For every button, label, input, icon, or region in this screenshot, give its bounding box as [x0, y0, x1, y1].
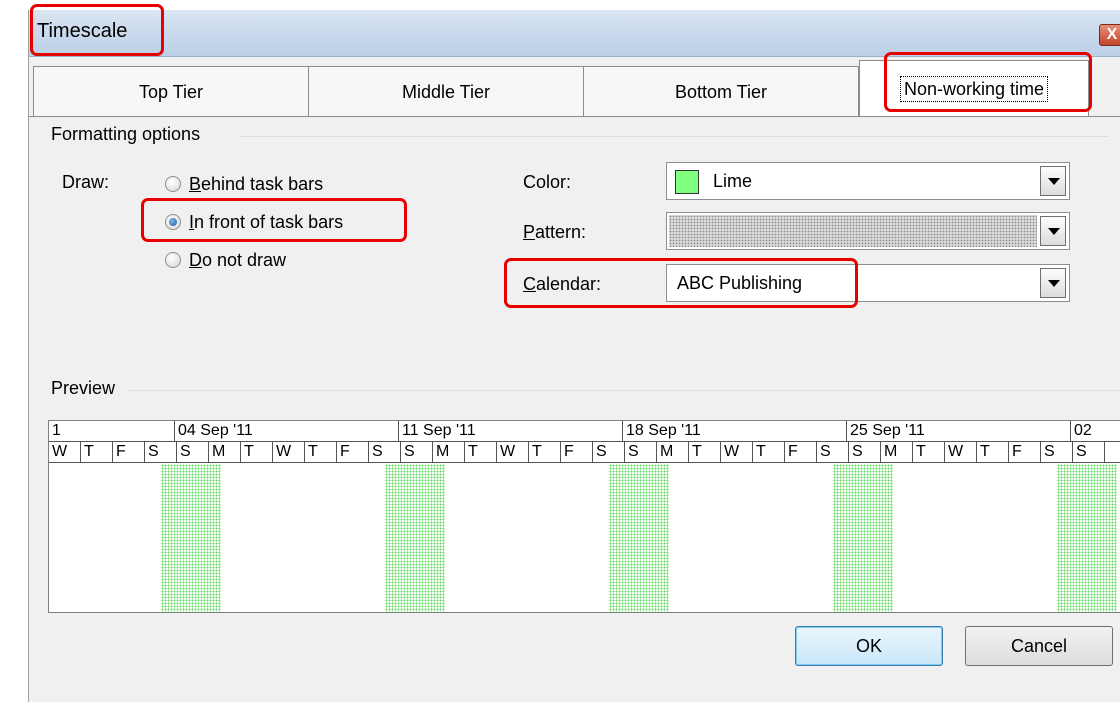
day-cell: M: [433, 442, 465, 462]
window-title: Timescale: [37, 20, 128, 42]
mnemonic-c: C: [523, 274, 536, 294]
week-cell: 1: [49, 421, 175, 441]
day-cell: T: [977, 442, 1009, 462]
day-cell: S: [849, 442, 881, 462]
chevron-down-icon[interactable]: [1040, 268, 1066, 298]
mnemonic-d: D: [189, 249, 202, 270]
day-cell: F: [785, 442, 817, 462]
color-swatch: [675, 170, 699, 194]
tab-bottom-tier[interactable]: Bottom Tier: [583, 66, 859, 116]
day-cell: T: [305, 442, 337, 462]
calendar-label-rest: alendar:: [536, 274, 602, 294]
preview-label: Preview: [51, 378, 116, 398]
tab-middle-tier-label: Middle Tier: [401, 82, 491, 102]
radio-button-icon: [165, 252, 181, 268]
day-cell: T: [529, 442, 561, 462]
mnemonic-p: P: [523, 222, 536, 242]
non-working-shading: [385, 464, 445, 612]
week-cell: 25 Sep '11: [847, 421, 1071, 441]
formatting-options-label: Formatting options: [51, 124, 201, 144]
calendar-label: Calendar:: [523, 274, 601, 295]
radio-button-selected-icon: [165, 214, 181, 230]
tab-non-working-time-label: Non-working time: [899, 76, 1049, 102]
non-working-shading: [609, 464, 669, 612]
draw-label: Draw:: [62, 172, 110, 192]
day-cell: S: [145, 442, 177, 462]
timescale-preview: 1 04 Sep '11 11 Sep '11 18 Sep '11 25 Se…: [48, 420, 1120, 613]
day-cell: F: [337, 442, 369, 462]
radio-button-icon: [165, 176, 181, 192]
chevron-down-icon[interactable]: [1040, 216, 1066, 246]
day-cell: T: [81, 442, 113, 462]
close-icon[interactable]: X: [1099, 24, 1120, 46]
week-cell: 02: [1074, 422, 1092, 439]
radio-in-front-of-task-bars[interactable]: In front of task bars: [165, 210, 343, 234]
preview-rule: [129, 390, 1120, 391]
color-dropdown[interactable]: Lime: [666, 162, 1070, 200]
day-cell: F: [1009, 442, 1041, 462]
day-cell: W: [497, 442, 529, 462]
day-cell: T: [753, 442, 785, 462]
day-cell: M: [209, 442, 241, 462]
day-cell: S: [1041, 442, 1073, 462]
day-cell: M: [881, 442, 913, 462]
title-bar: Timescale X: [29, 10, 1120, 57]
week-cell: 18 Sep '11: [623, 421, 847, 441]
radio-do-not-draw[interactable]: Do not draw: [165, 248, 286, 272]
day-cell: F: [561, 442, 593, 462]
day-cell: T: [465, 442, 497, 462]
calendar-dropdown[interactable]: ABC Publishing: [666, 264, 1070, 302]
cancel-button[interactable]: Cancel: [965, 626, 1113, 666]
tab-top-tier[interactable]: Top Tier: [33, 66, 309, 116]
radio-in-front-label: n front of task bars: [194, 211, 344, 232]
week-cell: 11 Sep '11: [399, 421, 623, 441]
day-cell: S: [401, 442, 433, 462]
day-cell: F: [113, 442, 145, 462]
pattern-dropdown[interactable]: [666, 212, 1070, 250]
day-cell: M: [657, 442, 689, 462]
formatting-options-rule: [239, 136, 1109, 137]
ok-button[interactable]: OK: [795, 626, 943, 666]
tab-non-working-time[interactable]: Non-working time: [859, 60, 1089, 117]
day-cell: S: [369, 442, 401, 462]
tab-bottom-tier-label: Bottom Tier: [674, 82, 768, 102]
color-value: Lime: [713, 171, 753, 191]
radio-do-not-draw-label: o not draw: [202, 249, 287, 270]
day-cell: S: [817, 442, 849, 462]
day-cell: W: [721, 442, 753, 462]
pattern-label: Pattern:: [523, 222, 586, 243]
pattern-preview: [669, 215, 1037, 247]
non-working-shading: [833, 464, 893, 612]
day-cell: W: [945, 442, 977, 462]
day-cell: W: [273, 442, 305, 462]
radio-behind-task-bars[interactable]: Behind task bars: [165, 172, 323, 196]
day-cell: T: [241, 442, 273, 462]
tab-divider: [29, 116, 1120, 117]
color-label: Color:: [523, 172, 572, 192]
day-cell: S: [593, 442, 625, 462]
day-cell: T: [913, 442, 945, 462]
day-cell: W: [49, 442, 81, 462]
day-cell: S: [1073, 442, 1105, 462]
day-cell: S: [177, 442, 209, 462]
week-cell: 04 Sep '11: [175, 421, 399, 441]
tab-middle-tier[interactable]: Middle Tier: [308, 66, 584, 116]
calendar-value: ABC Publishing: [677, 273, 803, 293]
tab-top-tier-label: Top Tier: [138, 82, 204, 102]
non-working-shading: [1057, 464, 1117, 612]
non-working-shading: [161, 464, 221, 612]
chevron-down-icon[interactable]: [1040, 166, 1066, 196]
pattern-label-rest: attern:: [535, 222, 587, 242]
day-cell: T: [689, 442, 721, 462]
week-tier: 1 04 Sep '11 11 Sep '11 18 Sep '11 25 Se…: [49, 421, 1120, 441]
mnemonic-b: B: [189, 173, 202, 194]
day-cell: S: [625, 442, 657, 462]
radio-behind-task-bars-label: ehind task bars: [201, 173, 324, 194]
day-tier: WTFSSMTWTFSSMTWTFSSMTWTFSSMTWTFSS: [49, 441, 1120, 463]
